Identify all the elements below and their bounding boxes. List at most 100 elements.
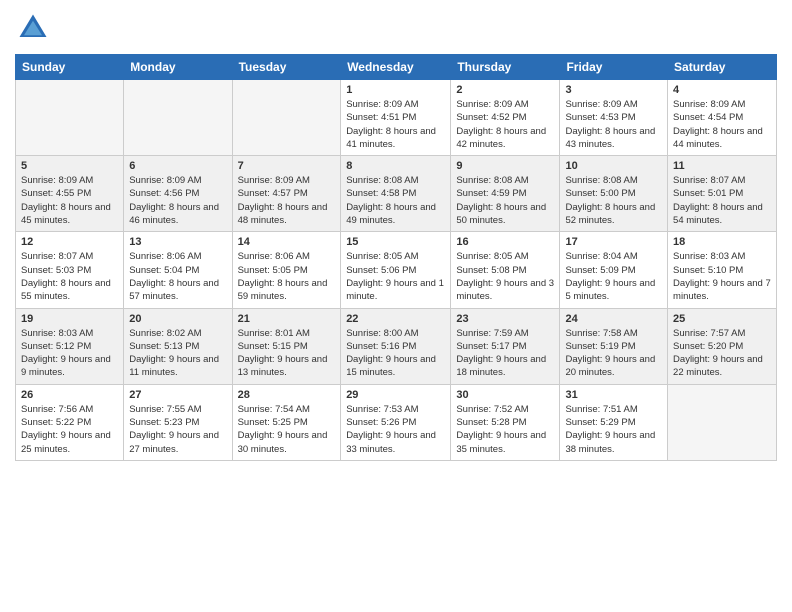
day-info: Sunrise: 8:07 AM Sunset: 5:03 PM Dayligh…	[21, 250, 118, 303]
calendar-cell: 6 Sunrise: 8:09 AM Sunset: 4:56 PM Daylig…	[124, 156, 232, 232]
day-number: 4	[673, 84, 771, 96]
logo-icon	[15, 10, 51, 46]
day-number: 6	[129, 160, 226, 172]
day-number: 24	[565, 313, 662, 325]
day-info: Sunrise: 8:09 AM Sunset: 4:57 PM Dayligh…	[238, 174, 336, 227]
day-number: 9	[456, 160, 554, 172]
day-info: Sunrise: 7:54 AM Sunset: 5:25 PM Dayligh…	[238, 403, 336, 456]
day-info: Sunrise: 7:52 AM Sunset: 5:28 PM Dayligh…	[456, 403, 554, 456]
day-info: Sunrise: 8:05 AM Sunset: 5:06 PM Dayligh…	[346, 250, 445, 303]
day-number: 21	[238, 313, 336, 325]
calendar-cell: 4 Sunrise: 8:09 AM Sunset: 4:54 PM Daylig…	[668, 80, 777, 156]
day-number: 18	[673, 236, 771, 248]
day-number: 1	[346, 84, 445, 96]
weekday-header-saturday: Saturday	[668, 55, 777, 80]
day-info: Sunrise: 7:55 AM Sunset: 5:23 PM Dayligh…	[129, 403, 226, 456]
day-number: 30	[456, 389, 554, 401]
calendar-cell	[16, 80, 124, 156]
week-row-4: 19 Sunrise: 8:03 AM Sunset: 5:12 PM Dayli…	[16, 308, 777, 384]
page: SundayMondayTuesdayWednesdayThursdayFrid…	[0, 0, 792, 612]
weekday-header-row: SundayMondayTuesdayWednesdayThursdayFrid…	[16, 55, 777, 80]
day-number: 8	[346, 160, 445, 172]
calendar-cell: 10 Sunrise: 8:08 AM Sunset: 5:00 PM Dayli…	[560, 156, 668, 232]
day-info: Sunrise: 7:59 AM Sunset: 5:17 PM Dayligh…	[456, 327, 554, 380]
day-info: Sunrise: 8:08 AM Sunset: 4:58 PM Dayligh…	[346, 174, 445, 227]
day-number: 26	[21, 389, 118, 401]
day-info: Sunrise: 8:02 AM Sunset: 5:13 PM Dayligh…	[129, 327, 226, 380]
week-row-1: 1 Sunrise: 8:09 AM Sunset: 4:51 PM Daylig…	[16, 80, 777, 156]
calendar-cell: 16Sunrise: 8:05 AM Sunset: 5:08 PM Dayli…	[451, 232, 560, 308]
calendar-cell: 3 Sunrise: 8:09 AM Sunset: 4:53 PM Daylig…	[560, 80, 668, 156]
calendar-cell: 25 Sunrise: 7:57 AM Sunset: 5:20 PM Dayli…	[668, 308, 777, 384]
day-number: 13	[129, 236, 226, 248]
day-info: Sunrise: 8:08 AM Sunset: 4:59 PM Dayligh…	[456, 174, 554, 227]
day-number: 11	[673, 160, 771, 172]
day-number: 14	[238, 236, 336, 248]
day-info: Sunrise: 7:53 AM Sunset: 5:26 PM Dayligh…	[346, 403, 445, 456]
weekday-header-thursday: Thursday	[451, 55, 560, 80]
day-info: Sunrise: 8:07 AM Sunset: 5:01 PM Dayligh…	[673, 174, 771, 227]
day-number: 27	[129, 389, 226, 401]
calendar-cell: 21 Sunrise: 8:01 AM Sunset: 5:15 PM Dayli…	[232, 308, 341, 384]
day-info: Sunrise: 8:09 AM Sunset: 4:52 PM Dayligh…	[456, 98, 554, 151]
day-info: Sunrise: 8:06 AM Sunset: 5:05 PM Dayligh…	[238, 250, 336, 303]
calendar-cell: 12Sunrise: 8:07 AM Sunset: 5:03 PM Dayli…	[16, 232, 124, 308]
day-number: 3	[565, 84, 662, 96]
day-number: 31	[565, 389, 662, 401]
calendar-cell: 13Sunrise: 8:06 AM Sunset: 5:04 PM Dayli…	[124, 232, 232, 308]
day-info: Sunrise: 8:01 AM Sunset: 5:15 PM Dayligh…	[238, 327, 336, 380]
calendar-cell: 7 Sunrise: 8:09 AM Sunset: 4:57 PM Daylig…	[232, 156, 341, 232]
day-number: 2	[456, 84, 554, 96]
day-info: Sunrise: 7:56 AM Sunset: 5:22 PM Dayligh…	[21, 403, 118, 456]
day-number: 17	[565, 236, 662, 248]
day-info: Sunrise: 8:03 AM Sunset: 5:12 PM Dayligh…	[21, 327, 118, 380]
day-number: 22	[346, 313, 445, 325]
calendar-cell	[124, 80, 232, 156]
calendar-cell: 8 Sunrise: 8:08 AM Sunset: 4:58 PM Daylig…	[341, 156, 451, 232]
calendar-cell: 29Sunrise: 7:53 AM Sunset: 5:26 PM Dayli…	[341, 384, 451, 460]
day-number: 25	[673, 313, 771, 325]
calendar-cell: 5 Sunrise: 8:09 AM Sunset: 4:55 PM Daylig…	[16, 156, 124, 232]
day-info: Sunrise: 8:09 AM Sunset: 4:51 PM Dayligh…	[346, 98, 445, 151]
calendar-cell: 14 Sunrise: 8:06 AM Sunset: 5:05 PM Dayli…	[232, 232, 341, 308]
calendar-cell: 22 Sunrise: 8:00 AM Sunset: 5:16 PM Dayli…	[341, 308, 451, 384]
day-info: Sunrise: 7:51 AM Sunset: 5:29 PM Dayligh…	[565, 403, 662, 456]
calendar-cell	[668, 384, 777, 460]
weekday-header-sunday: Sunday	[16, 55, 124, 80]
week-row-2: 5 Sunrise: 8:09 AM Sunset: 4:55 PM Daylig…	[16, 156, 777, 232]
day-info: Sunrise: 8:09 AM Sunset: 4:53 PM Dayligh…	[565, 98, 662, 151]
day-info: Sunrise: 8:09 AM Sunset: 4:55 PM Dayligh…	[21, 174, 118, 227]
calendar-cell	[232, 80, 341, 156]
day-info: Sunrise: 8:00 AM Sunset: 5:16 PM Dayligh…	[346, 327, 445, 380]
calendar-cell: 1 Sunrise: 8:09 AM Sunset: 4:51 PM Daylig…	[341, 80, 451, 156]
calendar-cell: 15 Sunrise: 8:05 AM Sunset: 5:06 PM Dayli…	[341, 232, 451, 308]
day-number: 20	[129, 313, 226, 325]
header	[15, 10, 777, 46]
calendar-cell: 26 Sunrise: 7:56 AM Sunset: 5:22 PM Dayli…	[16, 384, 124, 460]
calendar-cell: 9 Sunrise: 8:08 AM Sunset: 4:59 PM Daylig…	[451, 156, 560, 232]
day-number: 5	[21, 160, 118, 172]
calendar-cell: 17 Sunrise: 8:04 AM Sunset: 5:09 PM Dayli…	[560, 232, 668, 308]
day-info: Sunrise: 8:04 AM Sunset: 5:09 PM Dayligh…	[565, 250, 662, 303]
day-number: 28	[238, 389, 336, 401]
calendar-cell: 31 Sunrise: 7:51 AM Sunset: 5:29 PM Dayli…	[560, 384, 668, 460]
day-number: 19	[21, 313, 118, 325]
day-info: Sunrise: 8:09 AM Sunset: 4:56 PM Dayligh…	[129, 174, 226, 227]
day-info: Sunrise: 8:05 AM Sunset: 5:08 PM Dayligh…	[456, 250, 554, 303]
calendar-cell: 30 Sunrise: 7:52 AM Sunset: 5:28 PM Dayli…	[451, 384, 560, 460]
calendar-cell: 24Sunrise: 7:58 AM Sunset: 5:19 PM Dayli…	[560, 308, 668, 384]
week-row-3: 12Sunrise: 8:07 AM Sunset: 5:03 PM Dayli…	[16, 232, 777, 308]
day-number: 10	[565, 160, 662, 172]
logo	[15, 10, 55, 46]
day-info: Sunrise: 8:08 AM Sunset: 5:00 PM Dayligh…	[565, 174, 662, 227]
weekday-header-tuesday: Tuesday	[232, 55, 341, 80]
day-info: Sunrise: 7:57 AM Sunset: 5:20 PM Dayligh…	[673, 327, 771, 380]
calendar: SundayMondayTuesdayWednesdayThursdayFrid…	[15, 54, 777, 461]
weekday-header-friday: Friday	[560, 55, 668, 80]
calendar-cell: 20 Sunrise: 8:02 AM Sunset: 5:13 PM Dayli…	[124, 308, 232, 384]
day-info: Sunrise: 8:09 AM Sunset: 4:54 PM Dayligh…	[673, 98, 771, 151]
day-number: 7	[238, 160, 336, 172]
day-number: 23	[456, 313, 554, 325]
day-number: 15	[346, 236, 445, 248]
calendar-cell: 11 Sunrise: 8:07 AM Sunset: 5:01 PM Dayli…	[668, 156, 777, 232]
